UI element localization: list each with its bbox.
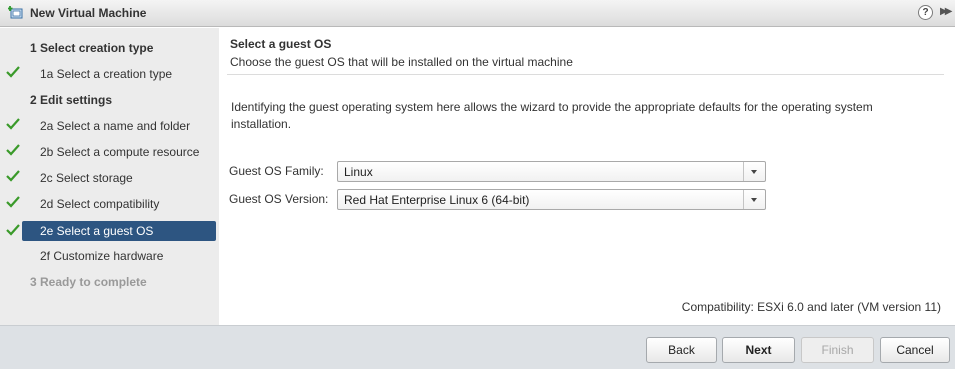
step-ready-to-complete: 3 Ready to complete	[0, 272, 219, 292]
step-label: 2c Select storage	[40, 171, 133, 185]
step-select-name-and-folder[interactable]: 2a Select a name and folder	[0, 116, 219, 136]
header-divider	[227, 74, 944, 75]
step-label: 2e Select a guest OS	[40, 224, 154, 238]
next-button[interactable]: Next	[722, 337, 795, 363]
step-label: 2b Select a compute resource	[40, 145, 200, 159]
guest-os-family-select[interactable]: Linux	[337, 161, 766, 182]
step-select-guest-os[interactable]: 2e Select a guest OS	[0, 221, 219, 241]
checkmark-icon	[6, 170, 20, 182]
checkmark-icon	[6, 224, 20, 236]
back-button[interactable]: Back	[646, 337, 717, 363]
step-label: 2d Select compatibility	[40, 197, 160, 211]
step-label: 1a Select a creation type	[40, 67, 173, 81]
page-title: Select a guest OS	[230, 37, 332, 51]
step-select-compute-resource[interactable]: 2b Select a compute resource	[0, 142, 219, 162]
checkmark-icon	[6, 144, 20, 156]
new-vm-icon	[8, 6, 23, 19]
main-panel: Select a guest OS Choose the guest OS th…	[219, 28, 955, 325]
checkmark-icon	[6, 118, 20, 130]
step-label: 2f Customize hardware	[40, 249, 164, 263]
intro-text: Identifying the guest operating system h…	[231, 100, 873, 131]
dropdown-arrow-icon[interactable]	[743, 190, 765, 209]
cancel-button[interactable]: Cancel	[880, 337, 950, 363]
expand-icon[interactable]: ▶▶	[940, 6, 954, 20]
checkmark-icon	[6, 66, 20, 78]
guest-os-family-label: Guest OS Family:	[229, 164, 324, 178]
step-select-compatibility[interactable]: 2d Select compatibility	[0, 194, 219, 214]
step-select-a-creation-type[interactable]: 1a Select a creation type	[0, 64, 219, 84]
dropdown-arrow-icon[interactable]	[743, 162, 765, 181]
guest-os-version-select[interactable]: Red Hat Enterprise Linux 6 (64-bit)	[337, 189, 766, 210]
footer-bar: Back Next Finish Cancel	[0, 325, 955, 369]
guest-os-version-label: Guest OS Version:	[229, 192, 329, 206]
compatibility-text: Compatibility: ESXi 6.0 and later (VM ve…	[681, 300, 941, 314]
step-edit-settings: 2 Edit settings	[0, 90, 219, 110]
step-customize-hardware[interactable]: 2f Customize hardware	[0, 246, 219, 266]
finish-button[interactable]: Finish	[801, 337, 874, 363]
guest-os-family-value: Linux	[344, 165, 373, 179]
page-subtitle: Choose the guest OS that will be install…	[230, 55, 573, 69]
step-select-storage[interactable]: 2c Select storage	[0, 168, 219, 188]
title-bar: New Virtual Machine ? ▶▶	[0, 0, 955, 27]
step-select-creation-type: 1 Select creation type	[0, 38, 219, 58]
checkmark-icon	[6, 196, 20, 208]
step-label: 1 Select creation type	[30, 41, 154, 55]
step-label: 2 Edit settings	[30, 93, 113, 107]
guest-os-version-value: Red Hat Enterprise Linux 6 (64-bit)	[344, 193, 530, 207]
wizard-steps-sidebar: 1 Select creation type 1a Select a creat…	[0, 28, 219, 325]
step-label: 2a Select a name and folder	[40, 119, 191, 133]
help-icon[interactable]: ?	[918, 5, 933, 20]
step-label: 3 Ready to complete	[30, 275, 147, 289]
window-title: New Virtual Machine	[30, 6, 147, 20]
